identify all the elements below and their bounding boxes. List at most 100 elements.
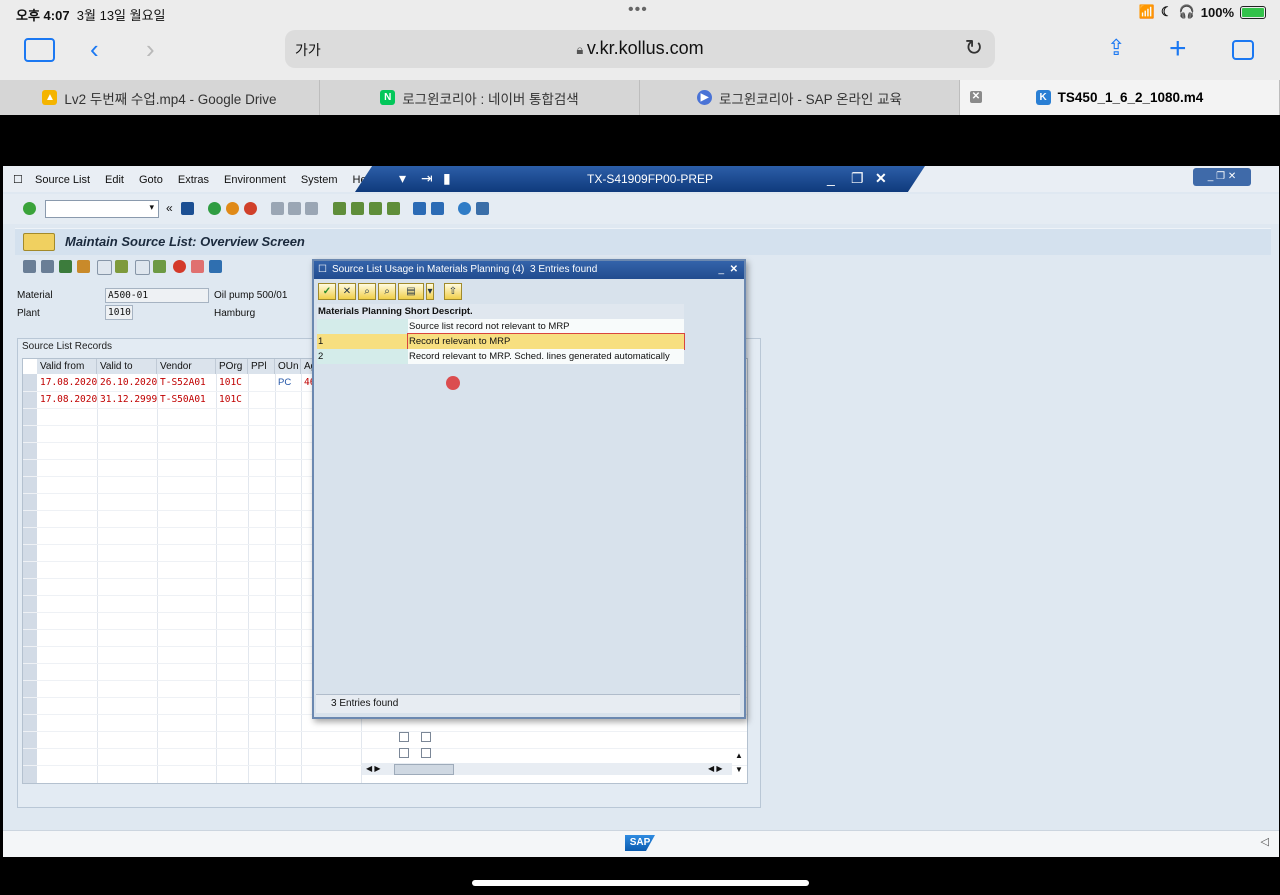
row-selector-column[interactable] — [23, 374, 37, 783]
dropdown-icon[interactable]: ▾ — [426, 283, 434, 300]
col-oun[interactable]: OUn — [275, 359, 301, 374]
checkbox[interactable] — [399, 732, 409, 742]
scroll-right-icon[interactable]: ◀ ▶ — [708, 764, 723, 773]
scroll-down-icon[interactable]: ▼ — [735, 765, 743, 774]
last-page-icon[interactable] — [387, 202, 400, 215]
overview-icon[interactable] — [191, 260, 204, 273]
layout-icon[interactable] — [476, 202, 489, 215]
status-expand-icon[interactable]: ◁ — [1261, 835, 1269, 848]
export-icon[interactable] — [153, 260, 166, 273]
document-icon[interactable] — [97, 260, 112, 275]
shortcut-icon[interactable] — [431, 202, 444, 215]
find-next-icon[interactable] — [305, 202, 318, 215]
find-icon[interactable]: ⌕ — [358, 283, 376, 300]
minimize-icon[interactable]: _ — [718, 261, 724, 279]
check-icon[interactable] — [77, 260, 90, 273]
undo-icon[interactable] — [209, 260, 222, 273]
cancel-icon[interactable]: ✕ — [338, 283, 356, 300]
cancel-icon[interactable] — [244, 202, 257, 215]
menu-edit[interactable]: Edit — [105, 174, 124, 186]
cell-vendor[interactable]: T-S52A01 — [158, 375, 206, 391]
tab-kollus[interactable]: ✕ K TS450_1_6_2_1080.m4 — [960, 80, 1280, 115]
copy-icon[interactable] — [115, 260, 128, 273]
details-icon[interactable] — [135, 260, 150, 275]
exit-icon[interactable] — [226, 202, 239, 215]
cell-code[interactable]: 2 — [317, 349, 408, 364]
sidebar-icon[interactable] — [24, 38, 55, 62]
back-icon[interactable]: ‹ — [90, 34, 99, 65]
collapse-icon[interactable]: « — [166, 201, 173, 215]
cell-description[interactable]: Record relevant to MRP. Sched. lines gen… — [408, 349, 684, 364]
col-valid-from[interactable]: Valid from — [37, 359, 97, 374]
first-page-icon[interactable] — [333, 202, 346, 215]
material-field[interactable]: A500-01 — [105, 288, 209, 303]
minimize-icon[interactable]: _ — [827, 170, 835, 186]
cell-code[interactable]: 1 — [317, 334, 408, 349]
close-icon[interactable]: ✕ — [875, 170, 887, 187]
menu-source-list[interactable]: Source List — [35, 174, 90, 186]
find-icon[interactable] — [288, 202, 301, 215]
share-icon[interactable]: ⇪ — [1107, 35, 1125, 61]
plant-field[interactable]: 1010 — [105, 305, 133, 320]
new-tab-icon[interactable]: + — [1169, 32, 1187, 66]
command-field[interactable]: ▾ — [45, 200, 159, 218]
tab-google-drive[interactable]: ▲ Lv2 두번째 수업.mp4 - Google Drive — [0, 80, 320, 115]
table-row[interactable]: Source list record not relevant to MRP — [317, 319, 684, 334]
enter-icon[interactable] — [23, 202, 36, 215]
dropdown-icon[interactable]: ▾ — [399, 170, 406, 187]
col-valid-to[interactable]: Valid to — [97, 359, 157, 374]
sort-icon[interactable]: ⇧ — [444, 283, 462, 300]
checkbox[interactable] — [421, 732, 431, 742]
cell-valid-from[interactable]: 17.08.2020 — [38, 375, 97, 391]
new-session-icon[interactable] — [413, 202, 426, 215]
address-bar[interactable]: 가가 🔒︎ v.kr.kollus.com ↻ — [285, 30, 995, 68]
tabs-overview-icon[interactable] — [1232, 40, 1254, 60]
generate-icon[interactable] — [59, 260, 72, 273]
scroll-up-icon[interactable]: ▲ — [735, 751, 743, 760]
cell-valid-to[interactable]: 31.12.2999 — [98, 392, 157, 408]
horizontal-scrollbar[interactable]: ◀ ▶ ◀ ▶ — [362, 763, 732, 775]
restore-icon[interactable]: ❐ — [851, 170, 864, 187]
scroll-left-icon[interactable]: ◀ ▶ — [366, 764, 381, 773]
print-icon[interactable]: ▤ — [398, 283, 424, 300]
pin-icon[interactable]: ⇥ — [421, 170, 433, 187]
cell-code[interactable] — [317, 319, 408, 334]
cell-porg[interactable]: 101C — [217, 375, 242, 391]
menu-goto[interactable]: Goto — [139, 174, 163, 186]
cell-vendor[interactable]: T-S50A01 — [158, 392, 206, 408]
table-row[interactable]: 2 Record relevant to MRP. Sched. lines g… — [317, 349, 684, 364]
chevron-down-icon[interactable]: ▾ — [149, 202, 154, 213]
find-next-icon[interactable]: ⌕ — [378, 283, 396, 300]
reload-icon[interactable]: ↻ — [965, 35, 983, 61]
menu-icon[interactable]: ☐ — [13, 173, 23, 186]
print-icon[interactable] — [271, 202, 284, 215]
col-ppl[interactable]: PPl — [248, 359, 275, 374]
help-icon[interactable] — [458, 202, 471, 215]
cell-description[interactable]: Source list record not relevant to MRP — [408, 319, 684, 334]
checkbox[interactable] — [421, 748, 431, 758]
col-porg[interactable]: POrg — [216, 359, 248, 374]
multitask-dots-icon[interactable]: ••• — [628, 1, 648, 19]
col-vendor[interactable]: Vendor — [157, 359, 216, 374]
table-row-selected[interactable]: 1 Record relevant to MRP — [317, 333, 685, 350]
cell-oun[interactable]: PC — [276, 375, 291, 391]
prev-page-icon[interactable] — [351, 202, 364, 215]
menu-extras[interactable]: Extras — [178, 174, 209, 186]
tab-loginkorea[interactable]: ▶ 로그윈코리아 - SAP 온라인 교육 — [640, 80, 960, 115]
checkbox[interactable] — [399, 748, 409, 758]
header-short-descript[interactable]: Short Descript. — [405, 306, 473, 317]
tab-naver[interactable]: N 로그윈코리아 : 네이버 통합검색 — [320, 80, 640, 115]
lifebuoy-icon[interactable] — [173, 260, 186, 273]
confirm-icon[interactable]: ✓ — [318, 283, 336, 300]
save-icon[interactable] — [181, 202, 194, 215]
back-green-icon[interactable] — [208, 202, 221, 215]
header-materials-planning[interactable]: Materials Planning — [318, 306, 402, 317]
menu-system[interactable]: System — [301, 174, 338, 186]
display-icon[interactable] — [23, 260, 36, 273]
scroll-thumb[interactable] — [394, 764, 454, 775]
forward-icon[interactable]: › — [146, 34, 155, 65]
close-tab-icon[interactable]: ✕ — [970, 91, 982, 103]
close-icon[interactable]: ✕ — [730, 261, 738, 279]
cell-valid-to[interactable]: 26.10.2020 — [98, 375, 157, 391]
delete-icon[interactable] — [41, 260, 54, 273]
